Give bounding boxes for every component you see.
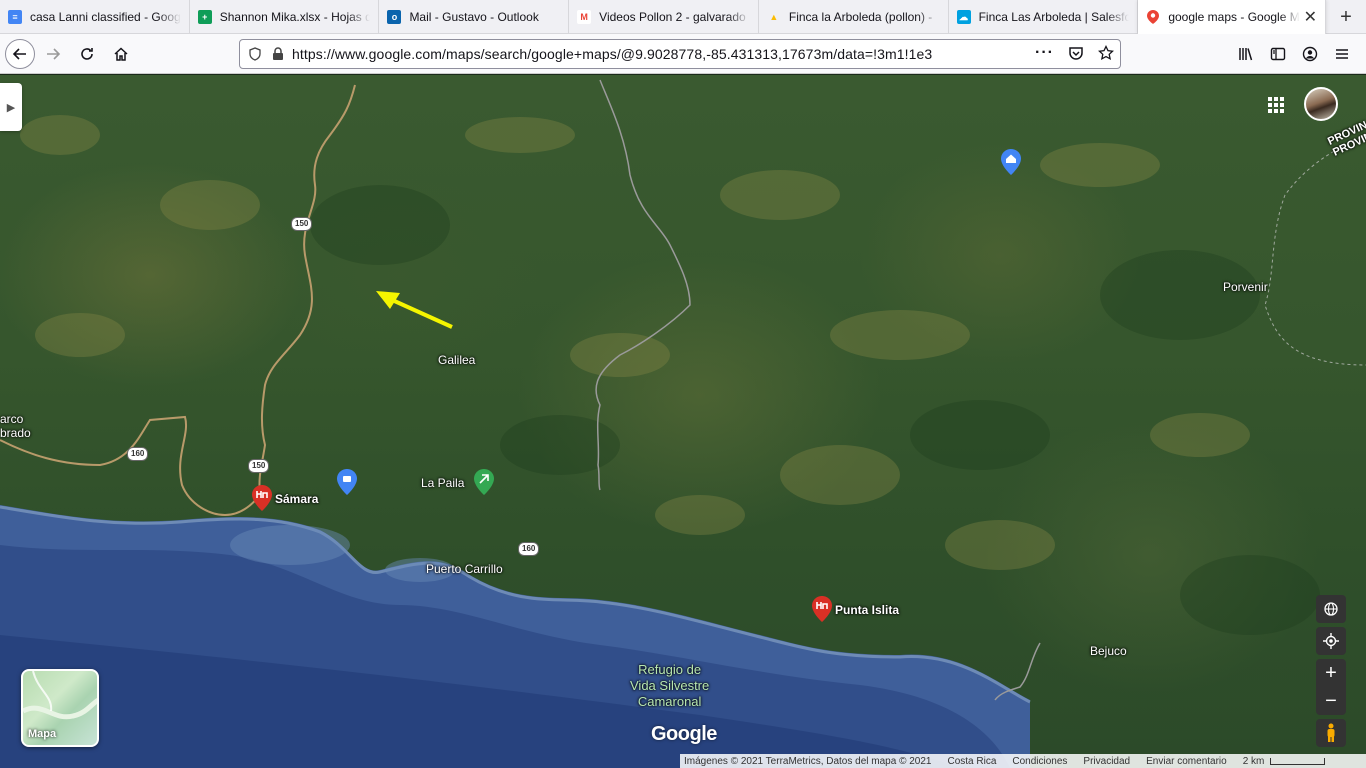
place-label-puerto-carrillo[interactable]: Puerto Carrillo (426, 562, 503, 576)
hotel-pin-icon[interactable] (812, 596, 832, 622)
maps-icon (1146, 10, 1160, 24)
map-footer: Imágenes © 2021 TerraMetrics, Datos del … (680, 754, 1366, 768)
pocket-icon[interactable] (1068, 45, 1084, 61)
sidebar-button[interactable] (1262, 38, 1294, 70)
drive-icon: ▲ (769, 12, 779, 22)
tab-title: Mail - Gustavo - Outlook (409, 10, 539, 24)
zoom-in-button[interactable]: + (1316, 659, 1346, 687)
privacy-link[interactable]: Privacidad (1083, 756, 1130, 767)
tab-title: casa Lanni classified - Goog (30, 10, 181, 24)
scale-label[interactable]: 2 km (1243, 756, 1265, 767)
satellite-map[interactable]: ▶ PROVIN PROVIN Galilea La Paila Sámara … (0, 75, 1366, 768)
place-label-refugio-camaronal[interactable]: Refugio de Vida Silvestre Camaronal (630, 662, 709, 710)
globe-view-button[interactable] (1316, 595, 1346, 623)
tab-strip: ≡ casa Lanni classified - Goog + Shannon… (0, 0, 1366, 34)
navigation-toolbar: https://www.google.com/maps/search/googl… (0, 34, 1366, 74)
zoom-out-button[interactable]: − (1316, 687, 1346, 715)
close-tab-icon[interactable]: ✕ (1304, 7, 1317, 27)
hiking-pin-icon[interactable] (474, 469, 494, 495)
library-button[interactable] (1230, 38, 1262, 70)
home-button[interactable] (105, 38, 137, 70)
sheets-icon: + (197, 10, 212, 24)
place-label-galilea[interactable]: Galilea (438, 353, 475, 367)
imagery-credits: Imágenes © 2021 TerraMetrics, Datos del … (684, 755, 932, 767)
tab-google-maps[interactable]: google maps - Google M ✕ (1138, 0, 1327, 34)
tab-sheets[interactable]: + Shannon Mika.xlsx - Hojas d (190, 0, 380, 34)
tab-title: Videos Pollon 2 - galvarado (599, 10, 746, 24)
tab-title: Finca la Arboleda (pollon) - (788, 10, 933, 24)
street-view-pegman[interactable] (1316, 719, 1346, 747)
place-label-punta-islita[interactable]: Punta Islita (835, 603, 899, 617)
tab-title: Shannon Mika.xlsx - Hojas d (219, 10, 371, 24)
gmail-icon: M (577, 10, 592, 24)
shopping-pin-icon[interactable] (337, 469, 357, 495)
tab-gmail[interactable]: M Videos Pollon 2 - galvarado (569, 0, 759, 34)
tab-title: google maps - Google M (1168, 10, 1300, 24)
pegman-icon (1327, 723, 1335, 742)
place-label-arco-brado[interactable]: arco brado (0, 412, 31, 440)
address-bar[interactable]: https://www.google.com/maps/search/googl… (239, 39, 1121, 69)
road-shield-150: 150 (291, 217, 313, 231)
tab-salesforce[interactable]: ☁ Finca Las Arboleda | Salesfo (949, 0, 1139, 34)
place-label-porvenir[interactable]: Porvenir (1223, 280, 1268, 294)
tab-title: Finca Las Arboleda | Salesfo (978, 10, 1130, 24)
globe-icon (1324, 602, 1338, 616)
map-layer-label: Mapa (28, 728, 57, 740)
scale-bar[interactable] (1270, 757, 1326, 765)
map-layer-toggle[interactable]: Mapa (21, 669, 99, 747)
menu-button[interactable] (1326, 38, 1358, 70)
google-apps-icon[interactable] (1266, 95, 1286, 115)
tab-outlook[interactable]: o Mail - Gustavo - Outlook (379, 0, 570, 34)
google-logo: Google (651, 723, 717, 745)
road-shield-150: 150 (248, 459, 270, 473)
road-shield-160: 160 (518, 542, 540, 556)
send-feedback-link[interactable]: Enviar comentario (1146, 756, 1227, 767)
place-label-bejuco[interactable]: Bejuco (1090, 644, 1127, 658)
new-tab-button[interactable]: + (1326, 0, 1366, 34)
page-actions-icon[interactable]: ··· (1035, 44, 1054, 62)
forward-button[interactable] (37, 38, 69, 70)
tab-drive[interactable]: ▲ Finca la Arboleda (pollon) - (759, 0, 949, 34)
my-location-button[interactable] (1316, 627, 1346, 655)
place-label-la-paila[interactable]: La Paila (421, 476, 464, 490)
country-link[interactable]: Costa Rica (947, 756, 996, 767)
library-icon (1239, 48, 1253, 61)
salesforce-icon: ☁ (956, 10, 971, 24)
account-icon (1302, 46, 1318, 62)
outlook-icon: o (387, 10, 402, 24)
shield-icon[interactable] (248, 47, 262, 61)
arrow-left-icon (12, 47, 26, 60)
arrow-right-icon (47, 47, 61, 60)
tab-docs[interactable]: ≡ casa Lanni classified - Goog (0, 0, 190, 34)
collapse-side-panel-button[interactable]: ▶ (0, 83, 22, 131)
url-text[interactable]: https://www.google.com/maps/search/googl… (292, 46, 932, 62)
avatar[interactable] (1304, 87, 1338, 121)
hamburger-menu-icon (1336, 49, 1348, 59)
docs-icon: ≡ (8, 10, 22, 24)
back-button[interactable] (5, 38, 35, 69)
location-crosshair-icon (1323, 633, 1339, 649)
terms-link[interactable]: Condiciones (1012, 756, 1067, 767)
bookmark-star-icon[interactable] (1098, 45, 1114, 61)
home-pin-icon[interactable] (1001, 149, 1021, 175)
place-label-samara[interactable]: Sámara (275, 492, 318, 506)
home-icon (114, 46, 128, 61)
yellow-arrow-annotation (376, 291, 453, 329)
lock-icon[interactable] (272, 47, 284, 61)
account-button[interactable] (1294, 38, 1326, 70)
sidebar-icon (1270, 47, 1286, 61)
road-shield-160: 160 (127, 447, 149, 461)
reload-icon (81, 47, 93, 60)
reload-button[interactable] (71, 38, 103, 70)
hotel-pin-icon[interactable] (252, 485, 272, 511)
